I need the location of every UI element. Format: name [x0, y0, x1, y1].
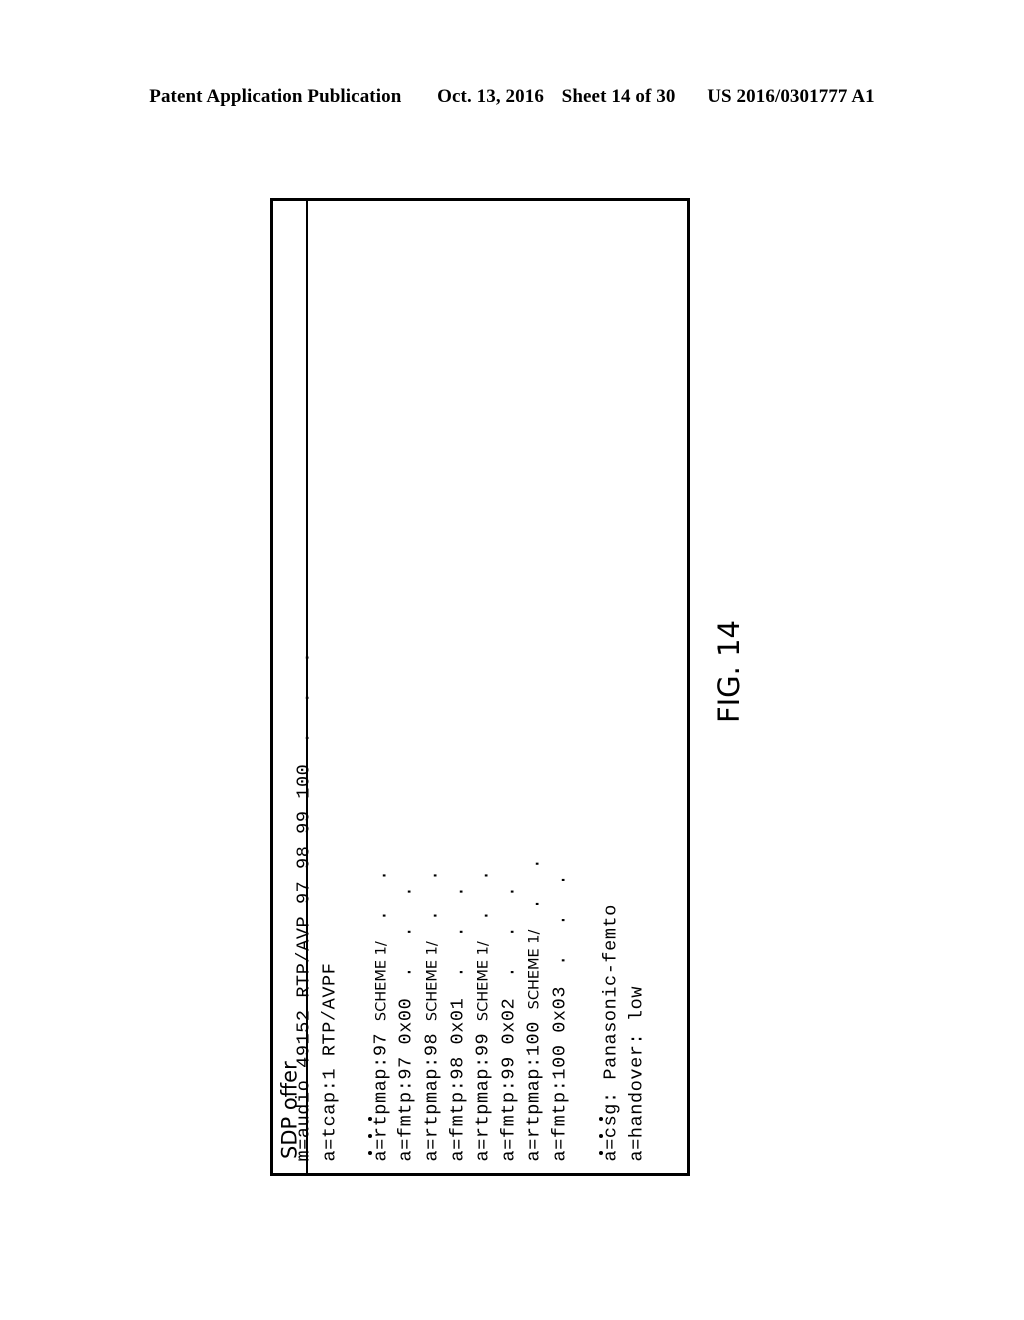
sdp-line-scheme: SCHEME 1/: [424, 940, 441, 1021]
sdp-line-text: m=audio 49152 RTP/AVP 97 98 99 100 . . .: [293, 642, 315, 1162]
sdp-line-text: a=rtpmap:97 SCHEME 1/ . .: [370, 860, 392, 1161]
header-sheet: Sheet 14 of 30: [561, 86, 676, 107]
sdp-line-continuation-dots: . . .: [447, 876, 469, 998]
sdp-line-continuation-dots: . .: [472, 860, 494, 941]
sdp-line-continuation-dots: . . .: [293, 642, 315, 764]
sdp-line-main: a=fmtp:97 0x00: [395, 997, 417, 1161]
sdp-line-scheme: SCHEME 1/: [526, 929, 543, 1009]
sdp-offer-lines: m=audio 49152 RTP/AVP 97 98 99 100 . . .…: [294, 201, 687, 1173]
sdp-line-text: a=csg: Panasonic-femto: [600, 903, 622, 1161]
sdp-line-main: a=rtpmap:100: [523, 1008, 545, 1161]
header-document-number: US 2016/0301777 A1: [707, 86, 875, 107]
sdp-line-text: a=rtpmap:100 SCHEME 1/ . .: [523, 848, 545, 1161]
header-publication: Patent Application Publication: [149, 86, 402, 107]
sdp-line-continuation-dots: . . .: [498, 876, 520, 998]
sdp-line-text: a=fmtp:100 0x03 . . .: [549, 864, 571, 1161]
sdp-line-text: a=tcap:1 RTP/AVPF: [319, 962, 341, 1161]
sdp-line-main: a=csg: Panasonic-femto: [600, 903, 622, 1161]
sdp-line-main: a=fmtp:99 0x02: [498, 997, 520, 1161]
sdp-line-text: a=fmtp:99 0x02 . . .: [498, 876, 520, 1161]
sdp-line-continuation-dots: . .: [370, 860, 392, 941]
figure-label: FIG. 14: [712, 620, 746, 724]
sdp-line-text: a=handover: low: [626, 985, 648, 1161]
sdp-line-continuation-dots: . . .: [395, 876, 417, 998]
sdp-line-text: a=rtpmap:99 SCHEME 1/ . .: [472, 860, 494, 1161]
sdp-offer-box: SDP offer m=audio 49152 RTP/AVP 97 98 99…: [270, 198, 690, 1176]
sdp-line-text: a=fmtp:97 0x00 . . .: [395, 876, 417, 1161]
sdp-line-main: a=handover: low: [626, 985, 648, 1161]
sdp-line-scheme: SCHEME 1/: [475, 940, 492, 1021]
sdp-line-main: a=rtpmap:98: [421, 1020, 443, 1161]
sdp-line-scheme: SCHEME 1/: [373, 940, 390, 1021]
page-header: Patent Application Publication Oct. 13, …: [0, 86, 1024, 108]
sdp-line-main: a=rtpmap:97: [370, 1020, 392, 1161]
sdp-line-text: a=fmtp:98 0x01 . . .: [447, 876, 469, 1161]
sdp-line-main: m=audio 49152 RTP/AVP 97 98 99 100: [293, 763, 315, 1161]
sdp-line-text: a=rtpmap:98 SCHEME 1/ . .: [421, 860, 443, 1161]
sdp-line-main: a=fmtp:100 0x03: [549, 985, 571, 1161]
sdp-line-main: a=fmtp:98 0x01: [447, 997, 469, 1161]
sdp-line-main: a=rtpmap:99: [472, 1020, 494, 1161]
header-date: Oct. 13, 2016: [437, 86, 544, 107]
sdp-line-continuation-dots: . .: [421, 860, 443, 941]
sdp-line-continuation-dots: . . .: [549, 864, 571, 986]
sdp-line-continuation-dots: . .: [523, 848, 545, 930]
sdp-line-main: a=tcap:1 RTP/AVPF: [319, 962, 341, 1161]
